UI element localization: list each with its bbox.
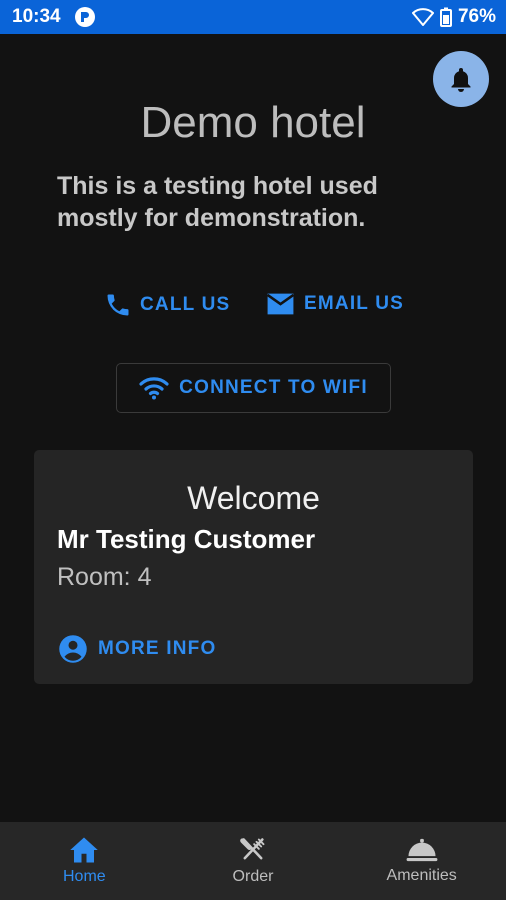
utensils-icon <box>238 836 268 864</box>
room-number: Room: 4 <box>57 563 152 591</box>
app-notification-icon <box>74 7 95 27</box>
call-us-label: CALL US <box>140 294 231 315</box>
customer-name: Mr Testing Customer <box>57 524 316 554</box>
battery-icon <box>439 7 452 27</box>
nav-item-order[interactable]: Order <box>169 822 338 900</box>
phone-icon <box>104 291 132 319</box>
nav-label-amenities: Amenities <box>386 867 457 884</box>
hotel-description: This is a testing hotel used mostly for … <box>57 172 378 232</box>
call-us-button[interactable]: CALL US <box>104 291 230 319</box>
nav-item-amenities[interactable]: Amenities <box>337 822 506 900</box>
wifi-icon <box>139 376 169 400</box>
status-bar: 10:34 76% <box>0 0 506 34</box>
nav-label-order: Order <box>232 868 274 885</box>
wifi-signal-icon <box>411 8 434 26</box>
hotel-title: Demo hotel <box>140 98 366 147</box>
connect-wifi-button[interactable]: CONNECT TO WIFI <box>116 363 391 413</box>
nav-item-home[interactable]: Home <box>0 822 169 900</box>
more-info-button[interactable]: MORE INFO <box>58 634 216 664</box>
room-service-icon <box>406 837 438 863</box>
status-time: 10:34 <box>12 6 61 27</box>
home-icon <box>69 836 99 864</box>
connect-wifi-label: CONNECT TO WIFI <box>179 377 368 398</box>
battery-level: 76% <box>457 6 496 27</box>
account-circle-icon <box>58 634 88 664</box>
welcome-title: Welcome <box>187 480 320 516</box>
welcome-card: Welcome Mr Testing Customer Room: 4 MORE… <box>34 450 473 684</box>
email-us-label: EMAIL US <box>304 293 405 314</box>
status-right: 76% <box>411 6 496 28</box>
bottom-navigation: Home Order Amenities <box>0 822 506 900</box>
more-info-label: MORE INFO <box>98 638 217 659</box>
status-left: 10:34 <box>12 6 95 28</box>
email-us-button[interactable]: EMAIL US <box>265 291 404 317</box>
nav-label-home: Home <box>62 868 106 885</box>
bell-icon <box>449 66 473 92</box>
mail-icon <box>265 291 296 317</box>
